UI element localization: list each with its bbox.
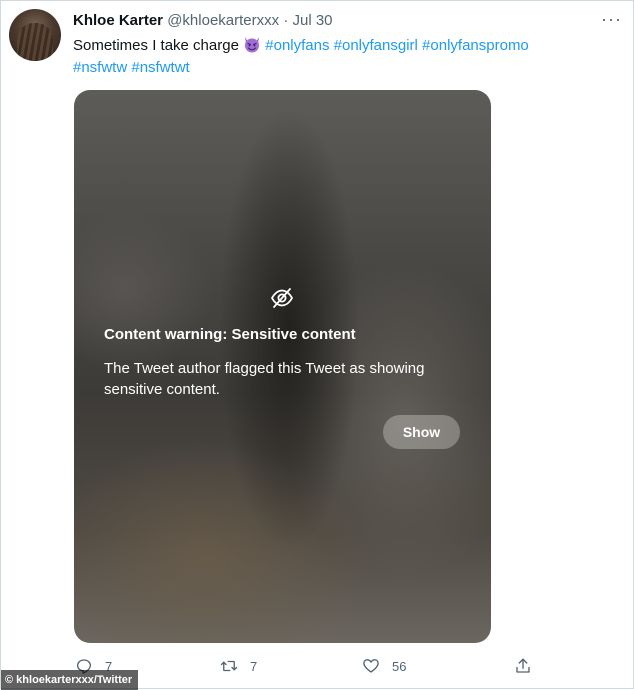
avatar[interactable]	[9, 9, 61, 61]
separator-dot: ·	[283, 12, 289, 29]
hashtag-link[interactable]: #onlyfans	[265, 37, 329, 54]
show-button[interactable]: Show	[383, 415, 460, 449]
tweet-date[interactable]: Jul 30	[292, 12, 332, 29]
photo-credit: © khloekarterxxx/Twitter	[1, 670, 139, 690]
hashtag-link[interactable]: #onlyfansgirl	[334, 37, 418, 54]
like-button[interactable]: 56	[362, 657, 406, 675]
sensitive-media[interactable]: Content warning: Sensitive content The T…	[74, 90, 491, 643]
tweet-header: Khloe Karter @khloekarterxxx · Jul 30	[73, 12, 333, 30]
author-name[interactable]: Khloe Karter	[73, 12, 163, 29]
author-handle[interactable]: @khloekarterxxx	[167, 12, 279, 29]
share-icon	[516, 658, 530, 673]
avatar-photo	[17, 23, 53, 61]
content-warning-title: Content warning: Sensitive content	[104, 326, 356, 343]
like-count: 56	[392, 658, 407, 674]
hashtag-link[interactable]: #onlyfanspromo	[422, 37, 529, 54]
tweet-text-body: Sometimes I take charge	[73, 37, 239, 54]
credit-text: khloekarterxxx/Twitter	[16, 674, 133, 686]
hashtag-link[interactable]: #nsfwtw	[73, 59, 127, 76]
heart-icon	[363, 659, 379, 673]
tweet-text: Sometimes I take charge #onlyfans #onlyf…	[73, 35, 613, 79]
retweet-count: 7	[250, 658, 258, 674]
eye-slash-icon	[270, 288, 294, 308]
content-warning-body: The Tweet author flagged this Tweet as s…	[104, 360, 425, 398]
credit-copyright-symbol: ©	[5, 674, 17, 686]
share-button[interactable]	[514, 657, 532, 675]
retweet-icon	[220, 660, 238, 672]
smiling-devil-emoji-icon	[245, 37, 260, 53]
hashtag-link[interactable]: #nsfwtwt	[131, 59, 189, 76]
retweet-button[interactable]: 7	[220, 657, 257, 675]
tweet-card: Khloe Karter @khloekarterxxx · Jul 30 ··…	[0, 0, 634, 690]
more-options-icon[interactable]: ···	[601, 10, 622, 28]
